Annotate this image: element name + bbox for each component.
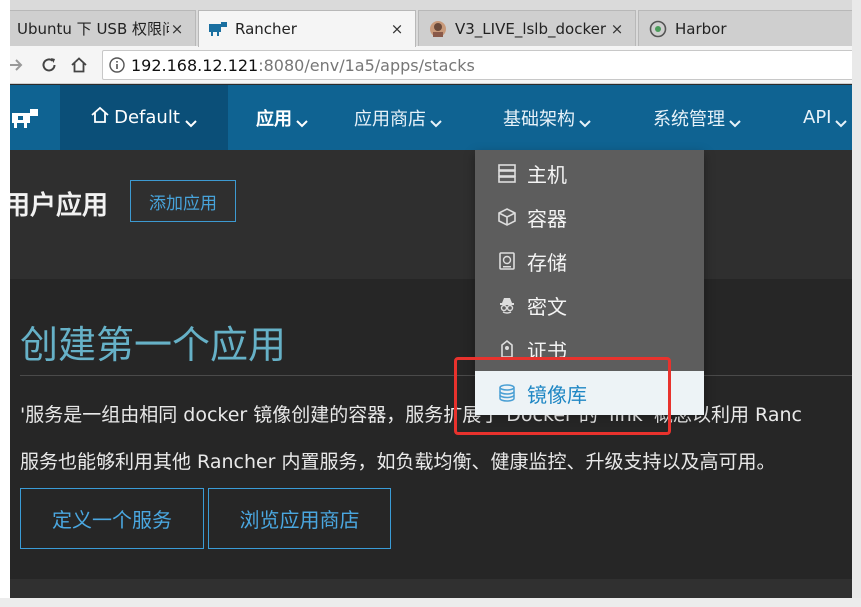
registry-icon bbox=[497, 383, 517, 403]
nav-label: 应用 bbox=[256, 108, 292, 130]
menu-item-secrets[interactable]: 密文 bbox=[475, 283, 704, 327]
rancher-logo-icon[interactable] bbox=[10, 85, 60, 150]
nav-label: 系统管理 bbox=[653, 108, 725, 130]
tab-title: V3_LIVE_lslb_docker Co bbox=[455, 19, 609, 38]
environment-switcher[interactable]: Default bbox=[60, 85, 228, 150]
nav-label: 应用商店 bbox=[354, 108, 426, 130]
chevron-down-icon bbox=[578, 113, 592, 127]
nav-catalog[interactable]: 应用商店 bbox=[354, 85, 443, 150]
chevron-down-icon bbox=[295, 113, 309, 127]
nav-admin[interactable]: 系统管理 bbox=[653, 85, 742, 150]
home-icon bbox=[90, 106, 110, 129]
nav-label: 基础架构 bbox=[503, 108, 575, 130]
divider bbox=[20, 375, 852, 376]
nav-apps[interactable]: 应用 bbox=[256, 85, 309, 150]
menu-item-label: 密文 bbox=[527, 294, 567, 319]
add-app-button[interactable]: 添加应用 bbox=[130, 180, 236, 222]
secret-icon bbox=[497, 295, 517, 315]
storage-icon bbox=[497, 251, 517, 271]
rancher-header: Default 应用 应用商店 基础架构 系统管理 API bbox=[10, 85, 852, 150]
container-icon bbox=[497, 207, 517, 227]
tab-title: Rancher bbox=[235, 20, 297, 38]
welcome-description-line-2: 服务也能够利用其他 Rancher 内置服务，如负载均衡、健康监控、升级支持以及… bbox=[20, 451, 776, 473]
define-service-button[interactable]: 定义一个服务 bbox=[20, 488, 204, 549]
host-icon bbox=[497, 163, 517, 183]
browser-window: Ubuntu 下 USB 权限问题 × Rancher × V3_LIVE_ls… bbox=[10, 0, 852, 598]
menu-item-hosts[interactable]: 主机 bbox=[475, 151, 704, 195]
tab-close-icon[interactable]: × bbox=[609, 20, 625, 38]
url-path: :8080/env/1a5/apps/stacks bbox=[258, 55, 475, 75]
page-title: 用户应用 bbox=[10, 191, 109, 221]
nav-api[interactable]: API bbox=[803, 85, 848, 150]
rancher-favicon-icon bbox=[209, 20, 227, 38]
avatar-favicon-icon bbox=[429, 20, 447, 38]
tab-strip: Ubuntu 下 USB 权限问题 × Rancher × V3_LIVE_ls… bbox=[10, 0, 852, 47]
certificate-icon bbox=[497, 339, 517, 359]
home-icon[interactable] bbox=[66, 52, 92, 78]
chevron-down-icon bbox=[429, 113, 443, 127]
address-bar[interactable]: 192.168.12.121 :8080/env/1a5/apps/stacks bbox=[102, 50, 852, 80]
welcome-title: 创建第一个应用 bbox=[20, 323, 287, 367]
menu-item-label: 证书 bbox=[527, 338, 567, 363]
chevron-down-icon bbox=[184, 113, 198, 127]
menu-item-registries[interactable]: 镜像库 bbox=[475, 371, 704, 415]
tab-rancher[interactable]: Rancher × bbox=[198, 10, 416, 47]
chevron-down-icon bbox=[834, 113, 848, 127]
tab-title: Harbor bbox=[675, 19, 727, 38]
tab-close-icon[interactable]: × bbox=[169, 20, 185, 38]
site-info-icon[interactable] bbox=[103, 57, 131, 73]
menu-item-storage[interactable]: 存储 bbox=[475, 239, 704, 283]
tab-harbor[interactable]: Harbor bbox=[638, 10, 852, 46]
menu-item-containers[interactable]: 容器 bbox=[475, 195, 704, 239]
browse-catalog-button[interactable]: 浏览应用商店 bbox=[208, 488, 391, 549]
menu-item-label: 镜像库 bbox=[527, 382, 587, 407]
infrastructure-dropdown-menu: 主机 容器 存储 密文 证书 镜像库 bbox=[475, 150, 704, 415]
menu-item-label: 存储 bbox=[527, 250, 567, 275]
tab-title: Ubuntu 下 USB 权限问题 bbox=[17, 20, 169, 38]
menu-item-certificates[interactable]: 证书 bbox=[475, 327, 704, 371]
harbor-favicon-icon bbox=[649, 20, 667, 38]
page-footer-strip bbox=[10, 579, 852, 598]
tab-ubuntu-usb[interactable]: Ubuntu 下 USB 权限问题 × bbox=[10, 10, 196, 46]
nav-infrastructure[interactable]: 基础架构 bbox=[503, 85, 592, 150]
browser-toolbar: 192.168.12.121 :8080/env/1a5/apps/stacks bbox=[10, 46, 852, 84]
window-right-edge bbox=[852, 0, 861, 607]
chevron-down-icon bbox=[728, 113, 742, 127]
nav-label: API bbox=[803, 107, 832, 128]
url-host: 192.168.12.121 bbox=[131, 55, 259, 75]
reload-icon[interactable] bbox=[36, 52, 62, 78]
window-bottom-edge bbox=[0, 598, 861, 607]
menu-item-label: 主机 bbox=[527, 162, 567, 187]
environment-name: Default bbox=[114, 107, 180, 128]
forward-arrow-icon[interactable] bbox=[10, 52, 28, 78]
tab-close-icon[interactable]: × bbox=[389, 20, 405, 38]
tab-v3-live[interactable]: V3_LIVE_lslb_docker Co × bbox=[418, 10, 636, 46]
menu-item-label: 容器 bbox=[527, 206, 567, 231]
